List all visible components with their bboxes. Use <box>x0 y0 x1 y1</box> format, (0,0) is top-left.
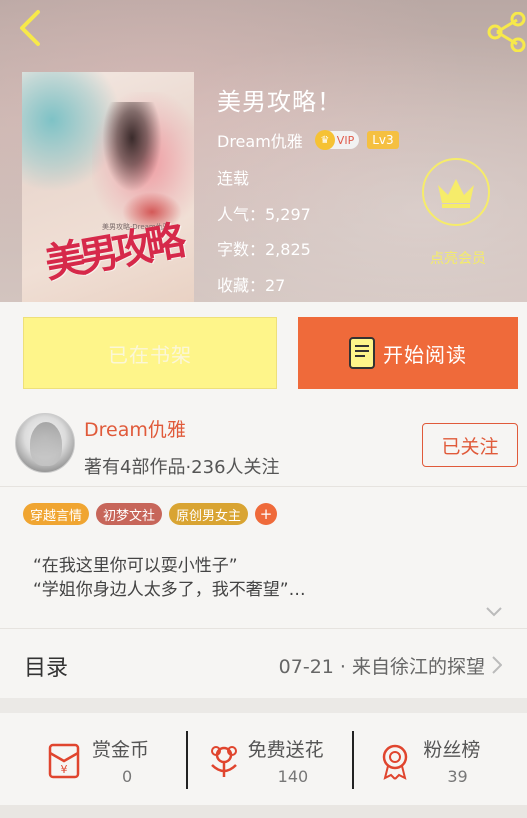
fan-ranking-value: 39 <box>447 767 468 786</box>
fan-ranking-label: 粉丝榜 <box>423 739 481 761</box>
back-arrow-icon[interactable] <box>10 8 50 48</box>
tag-item[interactable]: 初梦文社 <box>96 503 163 525</box>
cover-title: 美男攻略 <box>41 217 184 288</box>
popularity: 人气：5,297 <box>217 205 311 224</box>
crown-icon: ♛ <box>314 130 335 150</box>
author-name[interactable]: Dream仇雅 <box>217 128 303 152</box>
in-bookshelf-button[interactable]: 已在书架 <box>23 317 277 389</box>
share-icon[interactable] <box>485 12 527 52</box>
follow-button[interactable]: 已关注 <box>422 423 518 467</box>
book-header: 美男攻略·Dream仇雅 美男攻略 美男攻略！ Dream仇雅 ♛ VIP Lv… <box>0 0 527 302</box>
crown-icon <box>438 179 474 208</box>
description-line: “在我这里你可以耍小性子” <box>33 556 238 576</box>
tag-item[interactable]: 穿越言情 <box>23 503 90 525</box>
book-icon <box>349 337 375 369</box>
collections-count: 收藏：27 <box>217 276 286 295</box>
flower-icon <box>210 746 237 777</box>
chevron-right-icon <box>492 656 502 674</box>
catalog-row[interactable]: 目录 07-21 · 来自徐江的探望 <box>0 628 527 698</box>
fan-ranking-item[interactable]: 粉丝榜 39 <box>351 713 527 805</box>
vip-member-button[interactable] <box>422 158 490 226</box>
serial-status: 连载 <box>217 169 250 188</box>
start-reading-button[interactable]: 开始阅读 <box>298 317 518 389</box>
tag-item[interactable]: 原创男女主 <box>169 503 249 525</box>
reward-coins-item[interactable]: ¥ 赏金币 0 <box>0 713 176 805</box>
chevron-down-icon[interactable] <box>486 607 502 617</box>
divider <box>0 486 527 487</box>
add-tag-button[interactable]: + <box>255 503 278 525</box>
avatar[interactable] <box>15 413 75 473</box>
red-envelope-icon: ¥ <box>48 743 80 779</box>
book-title: 美男攻略！ <box>217 88 342 116</box>
free-flower-label: 免费送花 <box>247 739 324 761</box>
stats-bar: ¥ 赏金币 0 免费送花 140 粉丝榜 39 <box>0 713 527 805</box>
vip-badge: ♛ VIP <box>314 130 360 150</box>
svg-text:¥: ¥ <box>61 763 68 776</box>
latest-chapter: 07-21 · 来自徐江的探望 <box>278 656 485 678</box>
divider <box>186 731 188 789</box>
free-flower-item[interactable]: 免费送花 140 <box>176 713 352 805</box>
tag-list: 穿越言情 初梦文社 原创男女主 + <box>23 503 278 525</box>
medal-icon <box>383 744 408 780</box>
book-cover[interactable]: 美男攻略·Dream仇雅 美男攻略 <box>22 72 194 302</box>
vip-member-label[interactable]: 点亮会员 <box>430 248 486 268</box>
level-badge: Lv3 <box>367 131 399 149</box>
reward-coins-value: 0 <box>122 767 133 786</box>
section-gap <box>0 805 527 818</box>
start-reading-label: 开始阅读 <box>383 342 467 367</box>
free-flower-value: 140 <box>277 767 309 786</box>
word-count: 字数：2,825 <box>217 240 311 259</box>
section-gap <box>0 698 527 713</box>
catalog-label: 目录 <box>24 656 69 681</box>
vip-label: VIP <box>336 133 355 147</box>
author-line: Dream仇雅 ♛ VIP Lv3 <box>217 128 399 152</box>
author-card-name[interactable]: Dream仇雅 <box>84 415 186 442</box>
divider <box>352 731 354 789</box>
reward-coins-label: 赏金币 <box>92 739 150 761</box>
author-card-stats: 著有4部作品·236人关注 <box>84 457 280 478</box>
author-card[interactable]: Dream仇雅 著有4部作品·236人关注 已关注 <box>0 403 527 485</box>
description-line: “学姐你身边人太多了，我不奢望”… <box>33 580 306 600</box>
